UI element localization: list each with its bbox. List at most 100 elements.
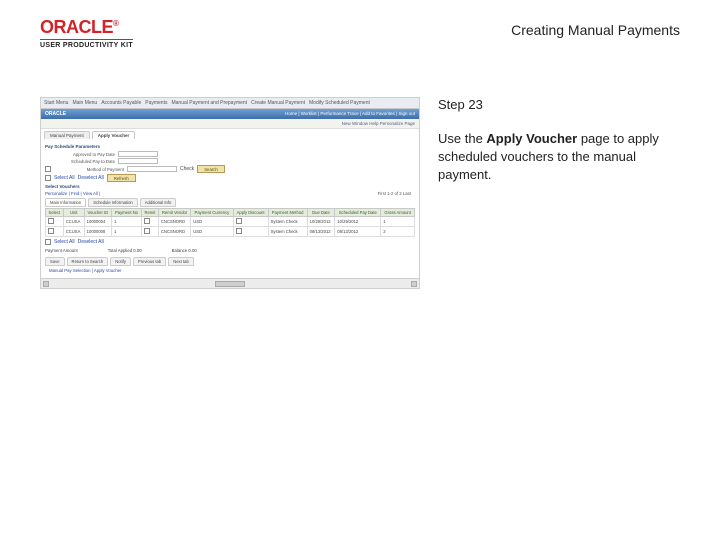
cell-voucher: 10000008	[84, 227, 111, 237]
cell-method: System Check	[268, 217, 307, 227]
horizontal-scrollbar[interactable]	[41, 278, 419, 288]
cell-disc-cb[interactable]	[236, 218, 242, 224]
breadcrumb-toolbar: Start Menu Main Menu Accounts Payable Pa…	[41, 98, 419, 109]
app-brand-bar: ORACLE Home | Worklist | Performance Tra…	[41, 109, 419, 119]
value-method: Check	[180, 166, 194, 172]
crumb: Create Manual Payment	[251, 100, 305, 106]
col-unit: Unit	[63, 209, 84, 217]
oracle-logo: ORACLE®	[40, 18, 133, 36]
scroll-thumb[interactable]	[215, 281, 245, 287]
logo-subtitle: USER PRODUCTIVITY KIT	[40, 39, 133, 49]
cell-method: System Check	[268, 227, 307, 237]
scroll-right-arrow[interactable]	[411, 281, 417, 287]
total-applied: Total Applied 0.00	[108, 248, 142, 253]
cell-unit: CCUSA	[63, 217, 84, 227]
col-select: Select	[46, 209, 64, 217]
col-payno: Payment No	[112, 209, 142, 217]
notify-button[interactable]: Notify	[110, 257, 131, 266]
crumb: Manual Payment and Prepayment	[171, 100, 247, 106]
topic-title: Creating Manual Payments	[511, 18, 680, 38]
app-brand: ORACLE	[45, 111, 66, 117]
prev-tab-button[interactable]: Previous tab	[133, 257, 166, 266]
col-sched: Scheduled Pay Date	[335, 209, 381, 217]
crumb: Start Menu	[44, 100, 68, 106]
col-remitv: Remit Vendor	[158, 209, 190, 217]
link-select-all-2[interactable]: Select All	[54, 239, 75, 245]
crumb: Accounts Payable	[101, 100, 141, 106]
tab-apply-voucher[interactable]: Apply Voucher	[92, 131, 135, 139]
subtab-schedule[interactable]: Schedule Information	[88, 198, 138, 207]
embedded-screenshot: Start Menu Main Menu Accounts Payable Pa…	[40, 97, 420, 289]
search-button[interactable]: Search	[197, 165, 225, 173]
return-button[interactable]: Return to Search	[67, 257, 109, 266]
table-row[interactable]: CCUSA 10000004 1 CNCSNORD USD System Che…	[46, 217, 415, 227]
cell-due: 10/29/2012	[307, 217, 335, 227]
label-scheduled-date: Scheduled Pay to Date	[45, 159, 115, 164]
checkbox-method[interactable]	[45, 166, 51, 172]
cell-disc-cb[interactable]	[236, 228, 242, 234]
table-row[interactable]: CCUSA 10000008 1 CNCSNORD USD System Che…	[46, 227, 415, 237]
action-buttons: Save Return to Search Notify Previous ta…	[45, 257, 415, 266]
col-voucher: Voucher ID	[84, 209, 111, 217]
cell-sched: 10/29/2012	[335, 217, 381, 227]
total-payment-amount: Payment Amount	[45, 248, 78, 253]
app-brand-links: Home | Worklist | Performance Trace | Ad…	[285, 111, 415, 117]
cell-curr: USD	[191, 217, 233, 227]
total-balance: Balance 0.00	[172, 248, 197, 253]
col-method: Payment Method	[268, 209, 307, 217]
cell-remit-cb[interactable]	[144, 218, 150, 224]
cell-remit-cb[interactable]	[144, 228, 150, 234]
cell-remitv: CNCSNORD	[158, 217, 190, 227]
step-text-bold: Apply Voucher	[486, 131, 577, 146]
grid-toolbar: Personalize | Find | View All | First 1-…	[45, 191, 415, 196]
oracle-tm: ®	[113, 19, 118, 28]
input-scheduled-date[interactable]	[118, 158, 158, 164]
tab-manual-payment[interactable]: Manual Payment	[44, 131, 90, 139]
col-amt: Gross Amount	[381, 209, 415, 217]
step-instruction: Use the Apply Voucher page to apply sche…	[438, 130, 678, 185]
col-curr: Payment Currency	[191, 209, 233, 217]
checkbox-select-all[interactable]	[45, 175, 51, 181]
cell-unit: CCUSA	[63, 227, 84, 237]
subtab-main[interactable]: Main Information	[45, 198, 86, 207]
page-utility-links: New Window Help Personalize Page	[41, 119, 419, 129]
save-button[interactable]: Save	[45, 257, 65, 266]
label-method: Method of Payment	[54, 167, 124, 172]
page-tabs: Manual Payment Apply Voucher	[41, 129, 419, 139]
cell-due: 08/13/2012	[307, 227, 335, 237]
col-remit: Remit	[141, 209, 158, 217]
input-method[interactable]	[127, 166, 177, 172]
checkbox-select-all-2[interactable]	[45, 239, 51, 245]
scroll-left-arrow[interactable]	[43, 281, 49, 287]
cell-amt: 1	[381, 217, 415, 227]
cell-pay: 1	[112, 227, 142, 237]
crumb: Main Menu	[72, 100, 97, 106]
footer-links[interactable]: Manual Pay Selection | Apply Voucher	[45, 266, 415, 275]
row-checkbox[interactable]	[48, 228, 54, 234]
row-checkbox[interactable]	[48, 218, 54, 224]
cell-curr: USD	[191, 227, 233, 237]
subtab-additional[interactable]: Additional Info	[140, 198, 177, 207]
section-select-vouchers: Select Vouchers	[45, 184, 415, 189]
voucher-table: Select Unit Voucher ID Payment No Remit …	[45, 208, 415, 237]
col-discount: Apply Discount	[233, 209, 268, 217]
cell-amt: 2	[381, 227, 415, 237]
next-tab-button[interactable]: Next tab	[168, 257, 194, 266]
totals-row: Payment Amount Total Applied 0.00 Balanc…	[45, 248, 415, 253]
link-select-all[interactable]: Select All	[54, 175, 75, 181]
cell-voucher: 10000004	[84, 217, 111, 227]
grid-links[interactable]: Personalize | Find | View All |	[45, 191, 100, 196]
col-due: Due Date	[307, 209, 335, 217]
refresh-button[interactable]: Refresh	[107, 174, 136, 182]
cell-sched: 08/13/2012	[335, 227, 381, 237]
input-approved-date[interactable]	[118, 151, 158, 157]
link-deselect-all-2[interactable]: Deselect All	[78, 239, 104, 245]
oracle-logo-text: ORACLE	[40, 17, 113, 37]
oracle-logo-block: ORACLE® USER PRODUCTIVITY KIT	[40, 18, 133, 49]
crumb: Modify Scheduled Payment	[309, 100, 370, 106]
cell-remitv: CNCSNORD	[158, 227, 190, 237]
link-deselect-all[interactable]: Deselect All	[78, 175, 104, 181]
grid-count: First 1-2 of 2 Last	[378, 191, 411, 196]
step-text-before: Use the	[438, 131, 486, 146]
step-label: Step 23	[438, 97, 678, 112]
